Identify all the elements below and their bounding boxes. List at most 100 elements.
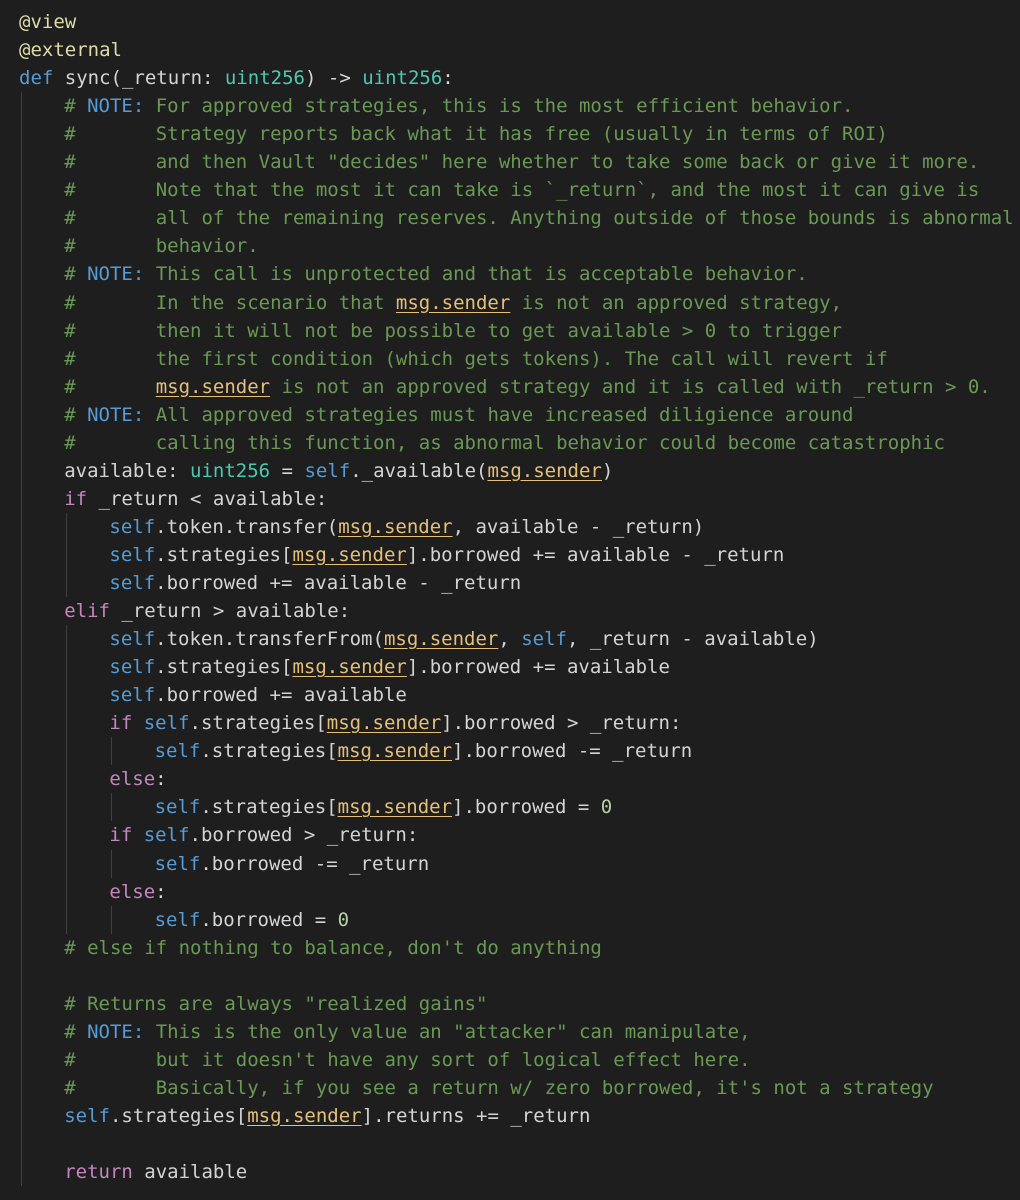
code-line[interactable]: # calling this function, as abnormal beh…: [64, 429, 945, 457]
code-token: else: [109, 768, 156, 791]
code-token: @view: [19, 11, 77, 33]
code-line[interactable]: self.borrowed = 0: [155, 906, 350, 934]
code-token: _return > available:: [109, 600, 351, 623]
code-token: # else if nothing to balance, don't do a…: [64, 936, 602, 959]
code-token: 0: [600, 796, 613, 819]
code-line[interactable]: self.strategies[msg.sender].borrowed -= …: [155, 737, 693, 765]
code-line[interactable]: @view: [19, 8, 76, 36]
indent-guide-line: [111, 793, 113, 822]
code-token: .borrowed =: [200, 908, 338, 931]
code-token: self: [154, 852, 201, 875]
code-line[interactable]: self.strategies[msg.sender].returns += _…: [64, 1102, 590, 1130]
code-line[interactable]: # the first condition (which gets tokens…: [64, 345, 888, 373]
code-line[interactable]: # In the scenario that msg.sender is not…: [64, 289, 842, 317]
code-token: ) ->: [305, 67, 363, 90]
code-line[interactable]: # NOTE: This call is unprotected and tha…: [64, 260, 808, 288]
code-line[interactable]: self.borrowed -= _return: [155, 850, 430, 878]
code-token: # Note that the most it can take is `_re…: [64, 179, 980, 202]
code-line[interactable]: return available: [64, 1158, 247, 1186]
code-token: For approved strategies, this is the mos…: [144, 95, 854, 118]
code-token: self: [154, 796, 201, 819]
code-line[interactable]: # msg.sender is not an approved strategy…: [64, 373, 991, 401]
code-token: 0: [337, 908, 350, 931]
code-line[interactable]: self.strategies[msg.sender].borrowed += …: [109, 653, 670, 681]
highlighted-identifier: msg.sender: [326, 712, 442, 735]
code-token: uint256: [190, 459, 271, 482]
code-line[interactable]: # and then Vault "decides" here whether …: [64, 148, 979, 176]
code-token: .borrowed += available - _return: [155, 572, 522, 594]
code-line[interactable]: self.borrowed += available - _return: [109, 569, 521, 597]
code-token: .borrowed > _return:: [189, 824, 419, 847]
code-line[interactable]: self.token.transferFrom(msg.sender, self…: [109, 625, 818, 653]
code-token: NOTE:: [87, 1020, 145, 1043]
code-line[interactable]: # NOTE: All approved strategies must hav…: [64, 401, 853, 429]
code-token: #: [64, 95, 88, 118]
code-token: if: [109, 712, 133, 735]
code-token: #: [64, 263, 88, 286]
code-token: , available - _return): [452, 515, 705, 538]
code-line[interactable]: # then it will not be possible to get av…: [64, 317, 842, 345]
code-line[interactable]: # else if nothing to balance, don't do a…: [64, 934, 602, 962]
code-token: This is the only value an "attacker" can…: [144, 1020, 751, 1043]
code-line[interactable]: # NOTE: This is the only value an "attac…: [64, 1018, 750, 1046]
code-line[interactable]: def sync(_return: uint256) -> uint256:: [19, 64, 454, 92]
code-line[interactable]: self.strategies[msg.sender].borrowed += …: [109, 541, 784, 569]
code-line[interactable]: # behavior.: [64, 232, 258, 260]
code-line[interactable]: self.token.transfer(msg.sender, availabl…: [109, 513, 704, 541]
code-token: #: [64, 403, 88, 426]
highlighted-identifier: msg.sender: [292, 543, 407, 566]
code-token: All approved strategies must have increa…: [144, 403, 854, 426]
code-line[interactable]: else:: [109, 765, 166, 793]
code-line[interactable]: available: uint256 = self._available(msg…: [64, 457, 613, 485]
code-token: # but it doesn't have any sort of logica…: [64, 1048, 751, 1071]
code-line[interactable]: if self.borrowed > _return:: [109, 821, 418, 849]
highlighted-identifier: msg.sender: [487, 459, 602, 482]
code-line[interactable]: # Returns are always "realized gains": [64, 990, 487, 1018]
code-token: @external: [19, 39, 122, 62]
code-line[interactable]: elif _return > available:: [64, 597, 350, 625]
code-line[interactable]: # NOTE: For approved strategies, this is…: [64, 92, 853, 120]
code-token: .strategies[: [155, 656, 293, 679]
code-line[interactable]: # but it doesn't have any sort of logica…: [64, 1046, 750, 1074]
code-token: ,: [498, 628, 522, 651]
code-token: self: [143, 712, 190, 735]
code-token: .strategies[: [200, 740, 338, 763]
code-line[interactable]: self.borrowed += available: [109, 681, 406, 709]
code-line[interactable]: self.strategies[msg.sender].borrowed = 0: [155, 793, 613, 821]
code-token: sync(_return:: [53, 67, 225, 90]
indent-guide-line: [111, 849, 113, 878]
code-line[interactable]: # Note that the most it can take is `_re…: [64, 176, 979, 204]
code-token: # all of the remaining reserves. Anythin…: [64, 207, 1014, 230]
code-line[interactable]: # Basically, if you see a return w/ zero…: [64, 1074, 933, 1102]
code-token: ].borrowed += available: [406, 656, 670, 679]
code-token: .strategies[: [155, 543, 293, 566]
code-token: if: [64, 487, 88, 510]
code-token: .token.transfer(: [155, 515, 339, 538]
code-token: is not an approved strategy,: [510, 291, 843, 314]
code-line[interactable]: @external: [19, 36, 122, 64]
highlighted-identifier: msg.sender: [337, 796, 453, 819]
indent-guide-line: [21, 92, 22, 1187]
code-token: .strategies[: [109, 1104, 248, 1127]
code-token: ].borrowed > _return:: [441, 712, 682, 735]
code-token: NOTE:: [87, 95, 145, 118]
code-line[interactable]: else:: [109, 878, 166, 906]
indent-guide-line: [66, 512, 68, 598]
code-line[interactable]: if self.strategies[msg.sender].borrowed …: [109, 709, 681, 737]
highlighted-identifier: msg.sender: [337, 740, 453, 763]
code-token: # and then Vault "decides" here whether …: [64, 151, 980, 174]
code-line[interactable]: # Strategy reports back what it has free…: [64, 120, 888, 148]
highlighted-identifier: msg.sender: [395, 291, 511, 314]
indent-guide-line: [111, 905, 113, 934]
code-editor[interactable]: @view @external def sync(_return: uint256)…: [0, 0, 1020, 1200]
code-token: self: [109, 543, 156, 566]
code-line[interactable]: if _return < available:: [64, 485, 327, 513]
code-line[interactable]: # all of the remaining reserves. Anythin…: [64, 204, 1013, 232]
code-token: ].returns += _return: [361, 1104, 591, 1127]
indent-guide-line: [66, 625, 68, 934]
code-token: ): [601, 459, 614, 482]
highlighted-identifier: msg.sender: [292, 656, 407, 679]
code-token: :: [155, 880, 167, 903]
code-token: self: [109, 515, 156, 538]
